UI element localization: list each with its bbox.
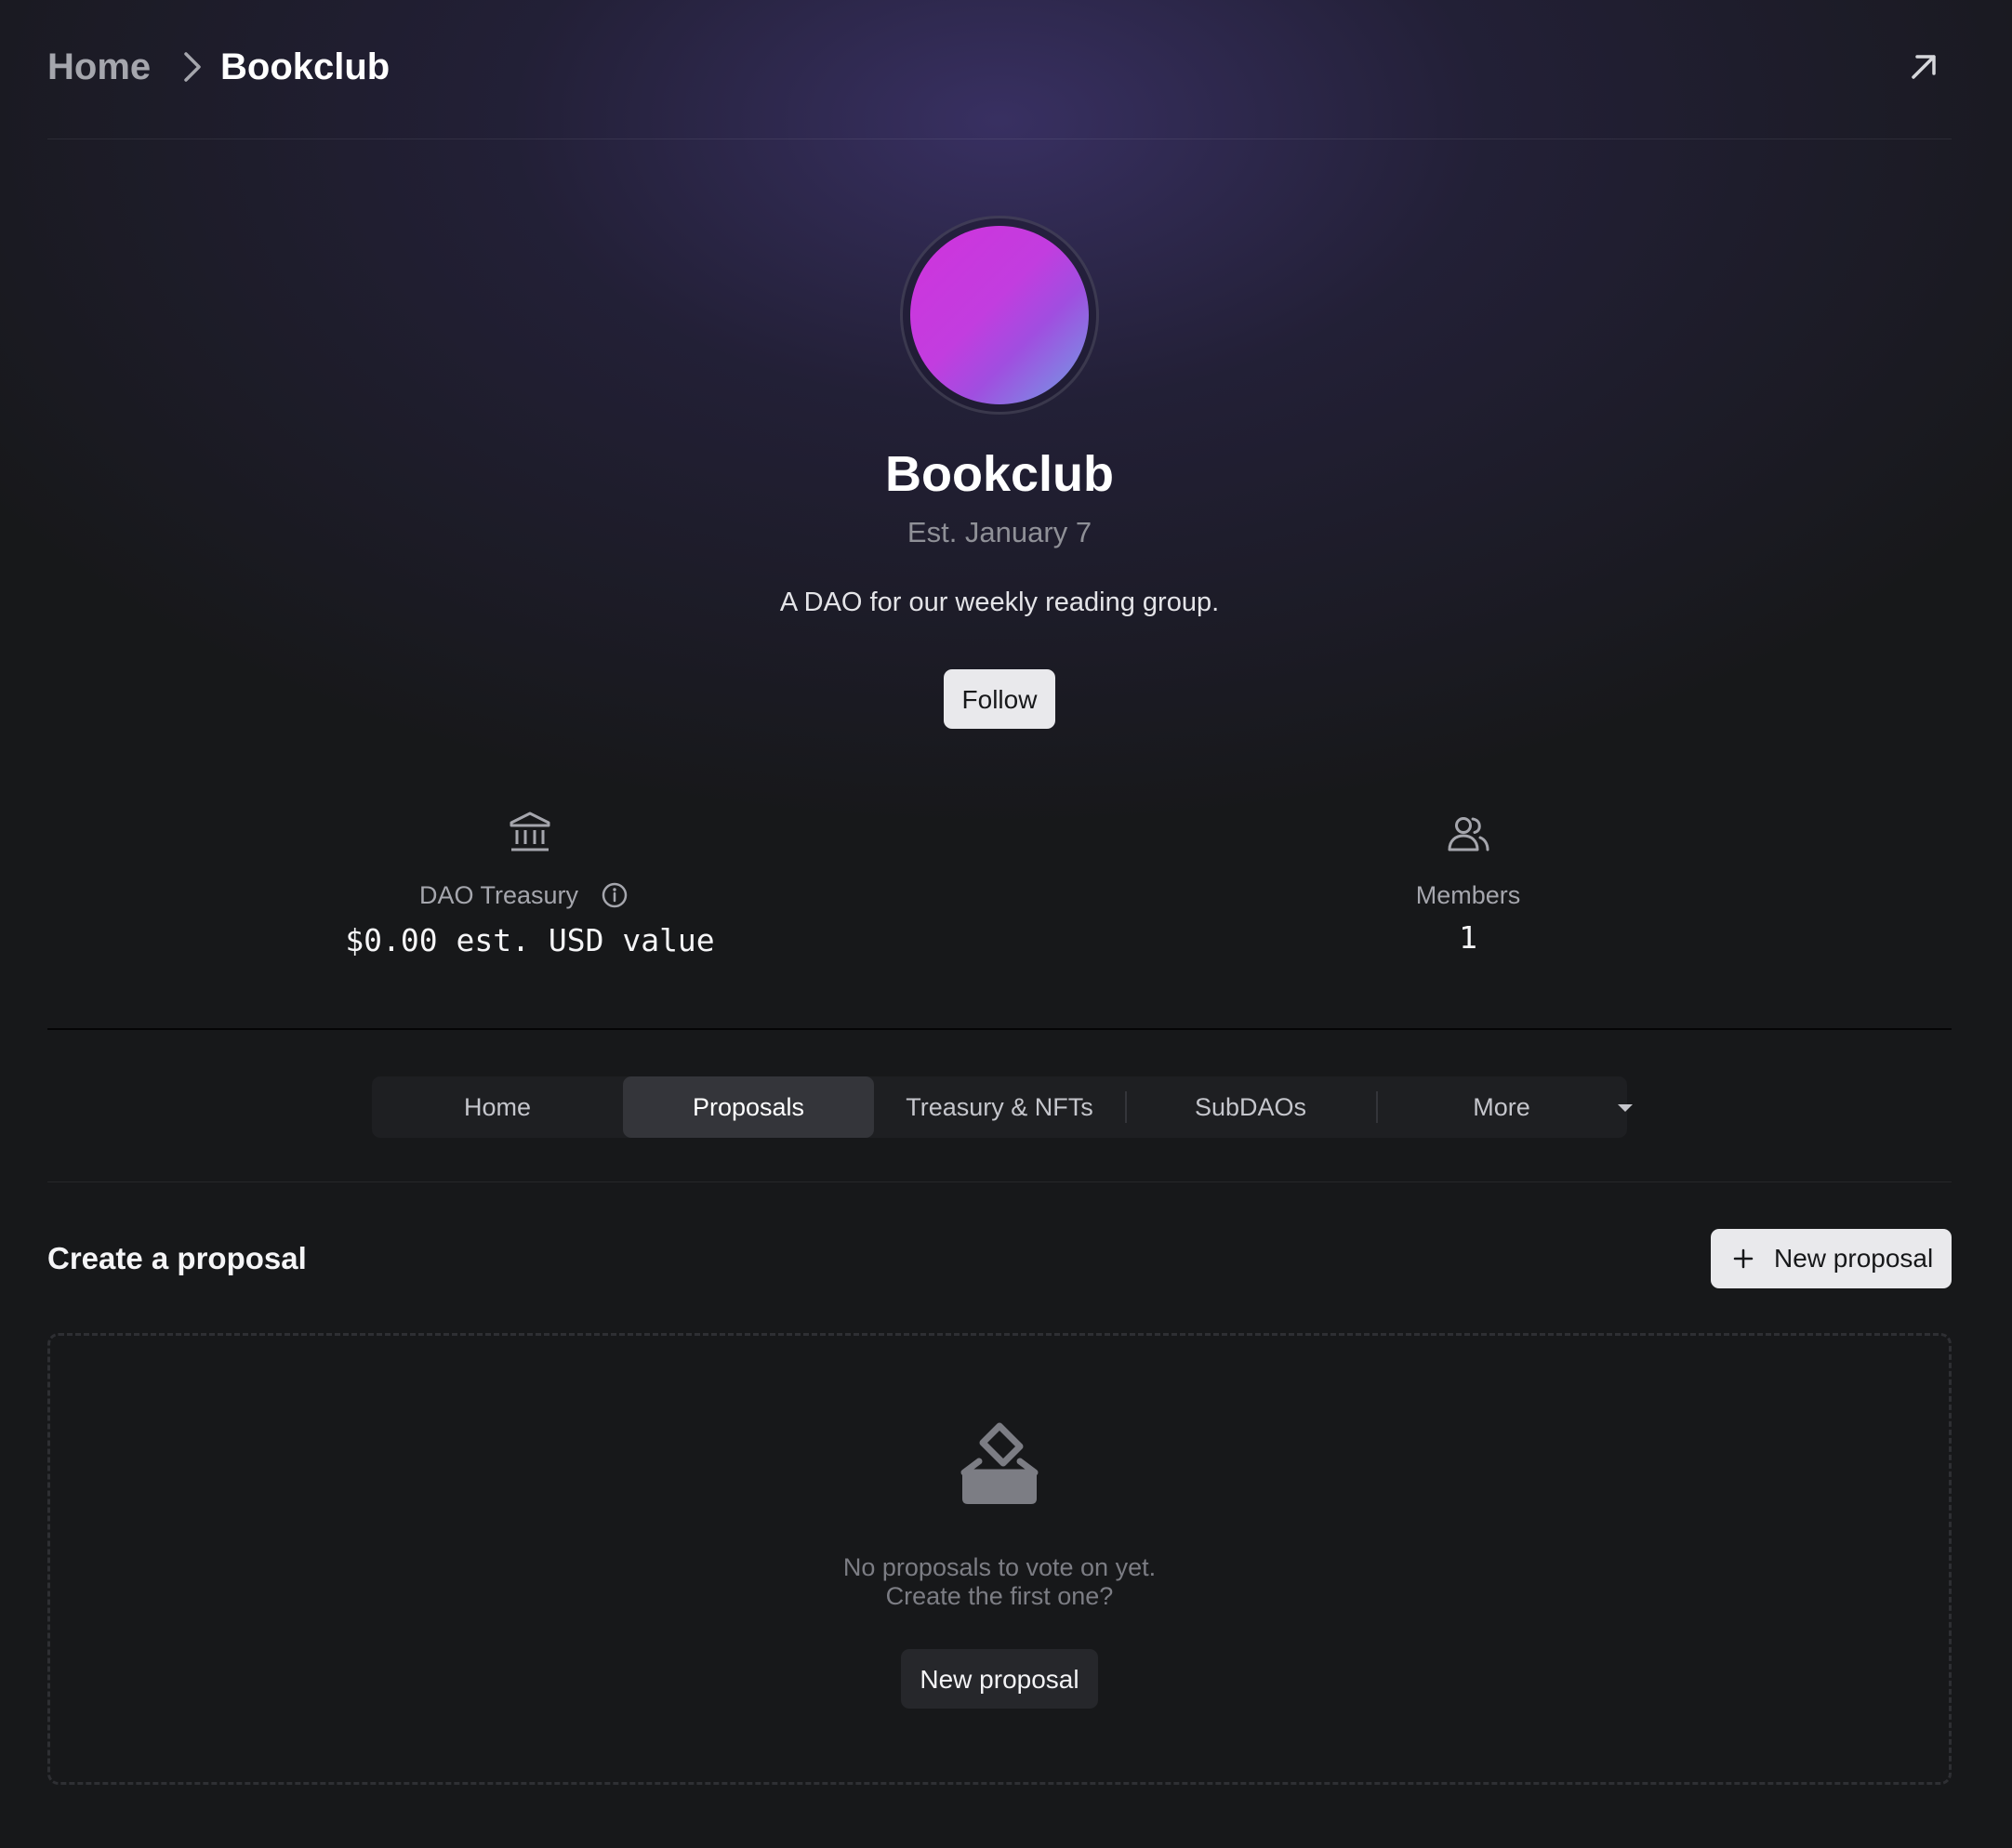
tab-subdaos[interactable]: SubDAOs (1125, 1076, 1376, 1138)
plus-icon (1733, 1248, 1754, 1269)
dao-description: A DAO for our weekly reading group. (779, 587, 1220, 617)
caret-down-icon (1618, 1104, 1633, 1112)
new-proposal-button-label: New proposal (1774, 1244, 1934, 1273)
breadcrumb-home-link[interactable]: Home (47, 43, 151, 91)
empty-state-line1: No proposals to vote on yet. (842, 1553, 1157, 1581)
tab-more-label: More (1473, 1093, 1530, 1121)
external-link-arrow-icon[interactable] (1905, 48, 1942, 86)
empty-new-proposal-button[interactable]: New proposal (901, 1649, 1098, 1709)
dao-title: Bookclub (884, 446, 1114, 502)
new-proposal-button[interactable]: New proposal (1711, 1229, 1952, 1288)
tab-more[interactable]: More (1376, 1076, 1627, 1138)
tab-treasury-nfts[interactable]: Treasury & NFTs (874, 1076, 1125, 1138)
ballot-box-icon (960, 1422, 1039, 1504)
dao-avatar (910, 226, 1089, 404)
tab-divider (47, 1181, 1952, 1182)
create-proposal-heading: Create a proposal (47, 1241, 307, 1275)
bank-icon (510, 812, 550, 851)
users-icon (1448, 817, 1489, 851)
members-count: 1 (1459, 919, 1477, 956)
follow-button[interactable]: Follow (944, 669, 1055, 729)
empty-state-line2: Create the first one? (885, 1582, 1114, 1610)
members-label: Members (1415, 881, 1521, 909)
info-icon[interactable] (601, 881, 629, 909)
dao-page: Home Bookclub Bookclub Est. January 7 A … (47, 0, 1952, 1848)
tab-bar: Home Proposals Treasury & NFTs SubDAOs M… (372, 1076, 1633, 1138)
tab-home[interactable]: Home (372, 1076, 623, 1138)
section-divider (47, 1028, 1952, 1030)
breadcrumb-current: Bookclub (220, 46, 390, 87)
dao-established-date: Est. January 7 (907, 516, 1092, 548)
treasury-value: $0.00 est. USD value (345, 922, 715, 958)
tab-proposals[interactable]: Proposals (623, 1076, 874, 1138)
chevron-right-icon (184, 52, 201, 82)
breadcrumb: Home Bookclub (47, 0, 1952, 139)
